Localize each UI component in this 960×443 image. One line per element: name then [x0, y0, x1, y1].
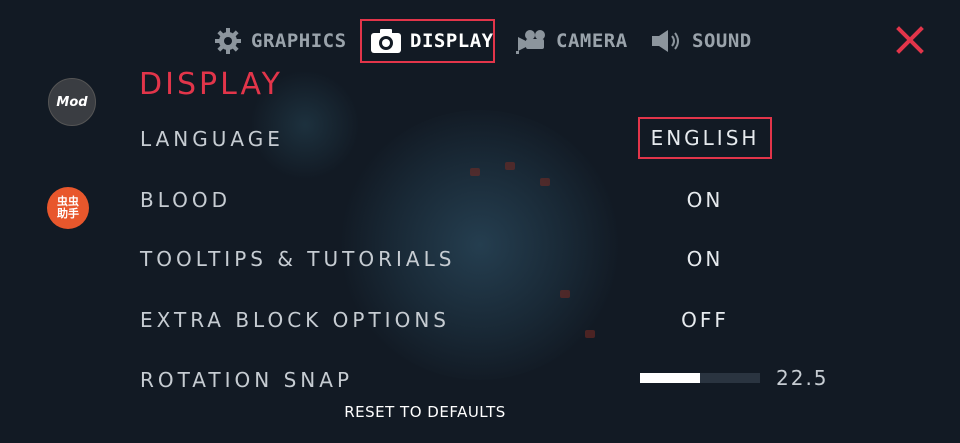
settings-list: DISPLAY LANGUAGE ENGLISH BLOOD ON TOOLTI…	[0, 0, 960, 388]
rotation-snap-value: 22.5	[776, 366, 829, 388]
language-value[interactable]: ENGLISH	[638, 117, 772, 159]
setting-label-language: LANGUAGE	[140, 127, 284, 151]
setting-label-rotation-snap: ROTATION SNAP	[140, 368, 354, 388]
slider-fill	[640, 373, 700, 383]
setting-label-blood: BLOOD	[140, 188, 232, 212]
blood-value[interactable]: ON	[638, 188, 772, 212]
setting-label-tooltips: TOOLTIPS & TUTORIALS	[140, 247, 456, 271]
section-title: DISPLAY	[139, 67, 284, 102]
extra-block-options-value[interactable]: OFF	[638, 308, 772, 332]
reset-to-defaults-button[interactable]: RESET TO DEFAULTS	[0, 403, 850, 421]
rotation-snap-slider[interactable]	[640, 373, 760, 383]
setting-label-extra-block-options: EXTRA BLOCK OPTIONS	[140, 308, 450, 332]
tooltips-value[interactable]: ON	[638, 247, 772, 271]
